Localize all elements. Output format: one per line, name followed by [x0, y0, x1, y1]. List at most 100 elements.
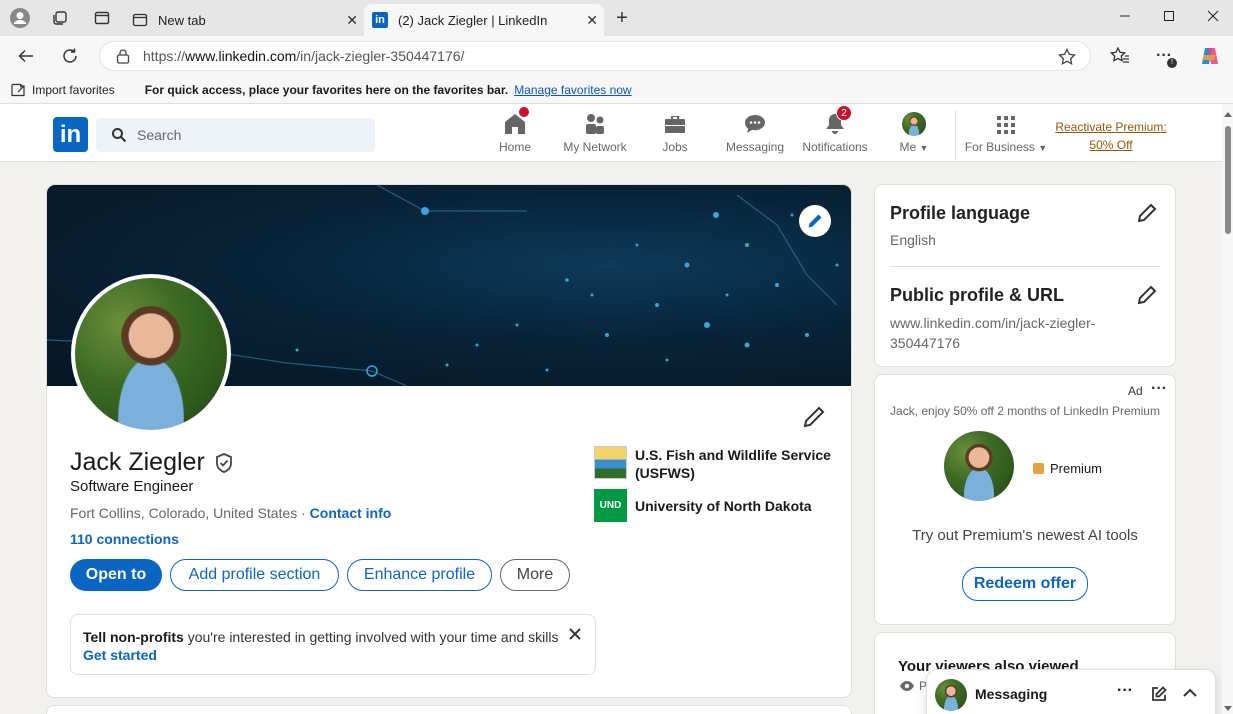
- nav-label: Messaging: [725, 140, 785, 154]
- me-avatar: [902, 112, 926, 136]
- add-profile-section-button[interactable]: Add profile section: [170, 559, 339, 591]
- enhance-profile-button[interactable]: Enhance profile: [347, 559, 492, 591]
- workspaces-icon[interactable]: [49, 7, 71, 29]
- edit-public-url-button[interactable]: [1136, 284, 1158, 306]
- caret-down-icon: ▼: [1038, 143, 1048, 153]
- public-profile-url: www.linkedin.com/in/jack-ziegler- 350447…: [890, 315, 1096, 351]
- bell-icon: 2: [823, 105, 852, 136]
- pencil-icon: [1136, 202, 1158, 224]
- experience-usfws[interactable]: U.S. Fish and Wildlife Service (USFWS): [594, 446, 834, 482]
- messaging-label: Messaging: [975, 686, 1048, 702]
- people-icon: [583, 108, 607, 136]
- nav-home[interactable]: Home: [490, 106, 540, 160]
- profile-photo-image: [75, 278, 227, 430]
- tab-actions-icon[interactable]: [91, 7, 113, 29]
- minimize-button[interactable]: [1102, 0, 1148, 32]
- nav-label: Jobs: [662, 140, 688, 154]
- import-icon: [10, 83, 26, 97]
- profile-location: Fort Collins, Colorado, United States: [70, 505, 298, 521]
- maximize-button[interactable]: [1146, 0, 1192, 32]
- pencil-icon: [1136, 284, 1158, 306]
- nav-messaging[interactable]: Messaging: [720, 108, 790, 160]
- tab-linkedin[interactable]: in (2) Jack Ziegler | LinkedIn ✕: [364, 4, 604, 36]
- new-tab-icon: [132, 12, 148, 28]
- redeem-offer-button[interactable]: Redeem offer: [962, 567, 1088, 601]
- search-input[interactable]: Search: [96, 118, 375, 152]
- compose-icon[interactable]: [1151, 686, 1167, 702]
- education-und[interactable]: UND University of North Dakota: [594, 489, 834, 522]
- premium-icon: [1033, 463, 1044, 474]
- messaging-avatar: [935, 679, 967, 711]
- copilot-icon[interactable]: [1199, 45, 1221, 67]
- manage-favorites-link[interactable]: Manage favorites now: [514, 83, 631, 97]
- favorites-bar: Import favorites For quick access, place…: [0, 76, 1233, 104]
- scroll-up-arrow-icon[interactable]: [1224, 112, 1232, 117]
- usfws-logo-icon: [594, 446, 627, 479]
- url-text: https://www.linkedin.com/in/jack-ziegler…: [143, 48, 465, 64]
- ad-tagline: Try out Premium's newest AI tools: [912, 527, 1138, 544]
- reactivate-premium-link[interactable]: Reactivate Premium: 50% Off: [1050, 118, 1172, 154]
- close-notice-icon[interactable]: [568, 627, 582, 641]
- home-icon: [503, 106, 530, 136]
- back-icon[interactable]: [15, 45, 37, 67]
- caret-down-icon: ▼: [919, 143, 929, 153]
- profile-language-value: English: [890, 232, 936, 248]
- nav-jobs[interactable]: Jobs: [650, 108, 700, 160]
- ad-more-icon[interactable]: ···: [1151, 380, 1167, 398]
- und-logo-icon: UND: [594, 489, 627, 522]
- nav-label: Home: [498, 140, 531, 154]
- profile-photo[interactable]: [71, 274, 231, 434]
- premium-badge: Premium: [1033, 461, 1102, 476]
- edit-banner-button[interactable]: [799, 205, 831, 237]
- favorites-icon[interactable]: [1109, 45, 1131, 67]
- tab-title: New tab: [158, 12, 206, 28]
- close-tab-icon[interactable]: ✕: [586, 12, 598, 29]
- new-tab-button[interactable]: +: [611, 7, 633, 29]
- notification-dot: [518, 106, 530, 118]
- pencil-icon: [807, 213, 823, 229]
- messaging-more-icon[interactable]: ···: [1117, 682, 1133, 700]
- favorites-message: For quick access, place your favorites h…: [144, 82, 509, 97]
- contact-info-link[interactable]: Contact info: [310, 505, 392, 521]
- profile-icon[interactable]: [9, 7, 31, 29]
- edit-intro-button[interactable]: [801, 404, 827, 430]
- verified-shield-icon[interactable]: [213, 452, 235, 474]
- close-window-button[interactable]: [1190, 0, 1233, 32]
- lock-icon: [116, 48, 130, 64]
- profile-name: Jack Ziegler: [70, 448, 205, 476]
- edit-language-button[interactable]: [1136, 202, 1158, 224]
- linkedin-logo[interactable]: in: [53, 117, 88, 152]
- ad-text: Jack, enjoy 50% off 2 months of LinkedIn…: [890, 404, 1160, 418]
- address-bar[interactable]: https://www.linkedin.com/in/jack-ziegler…: [99, 41, 1091, 71]
- nav-notifications[interactable]: 2 Notifications: [797, 105, 873, 160]
- star-icon[interactable]: [1058, 48, 1076, 66]
- messaging-dock[interactable]: Messaging ···: [927, 670, 1215, 714]
- get-started-link[interactable]: Get started: [83, 647, 157, 663]
- nav-for-business[interactable]: For Business ▼: [964, 108, 1048, 160]
- refresh-icon[interactable]: [59, 45, 81, 67]
- tab-new-tab[interactable]: New tab ✕: [124, 4, 364, 36]
- nav-me[interactable]: Me ▼: [892, 108, 936, 160]
- usfws-name: U.S. Fish and Wildlife Service (USFWS): [635, 447, 831, 481]
- more-button[interactable]: More: [500, 559, 570, 591]
- open-to-button[interactable]: Open to: [70, 559, 162, 591]
- eye-icon: [899, 680, 915, 692]
- nav-label: Notifications: [802, 140, 868, 154]
- dot-separator: ·: [301, 505, 306, 521]
- nav-my-network[interactable]: My Network: [555, 108, 635, 160]
- scroll-down-arrow-icon[interactable]: [1224, 706, 1232, 711]
- notification-count-badge: 2: [836, 105, 852, 121]
- briefcase-icon: [663, 108, 687, 136]
- chevron-up-icon[interactable]: [1182, 687, 1198, 699]
- nav-me-label: Me ▼: [899, 140, 929, 154]
- nav-for-business-label: For Business ▼: [964, 140, 1048, 154]
- close-tab-icon[interactable]: ✕: [346, 12, 358, 29]
- public-profile-title: Public profile & URL: [890, 285, 1065, 305]
- linkedin-favicon-icon: in: [372, 12, 388, 28]
- connections-link[interactable]: 110 connections: [70, 531, 179, 547]
- pencil-icon: [801, 404, 827, 430]
- scrollbar-thumb[interactable]: [1225, 126, 1231, 234]
- import-favorites-link[interactable]: Import favorites: [32, 83, 115, 97]
- nav-label: My Network: [563, 140, 627, 154]
- search-icon: [111, 127, 127, 143]
